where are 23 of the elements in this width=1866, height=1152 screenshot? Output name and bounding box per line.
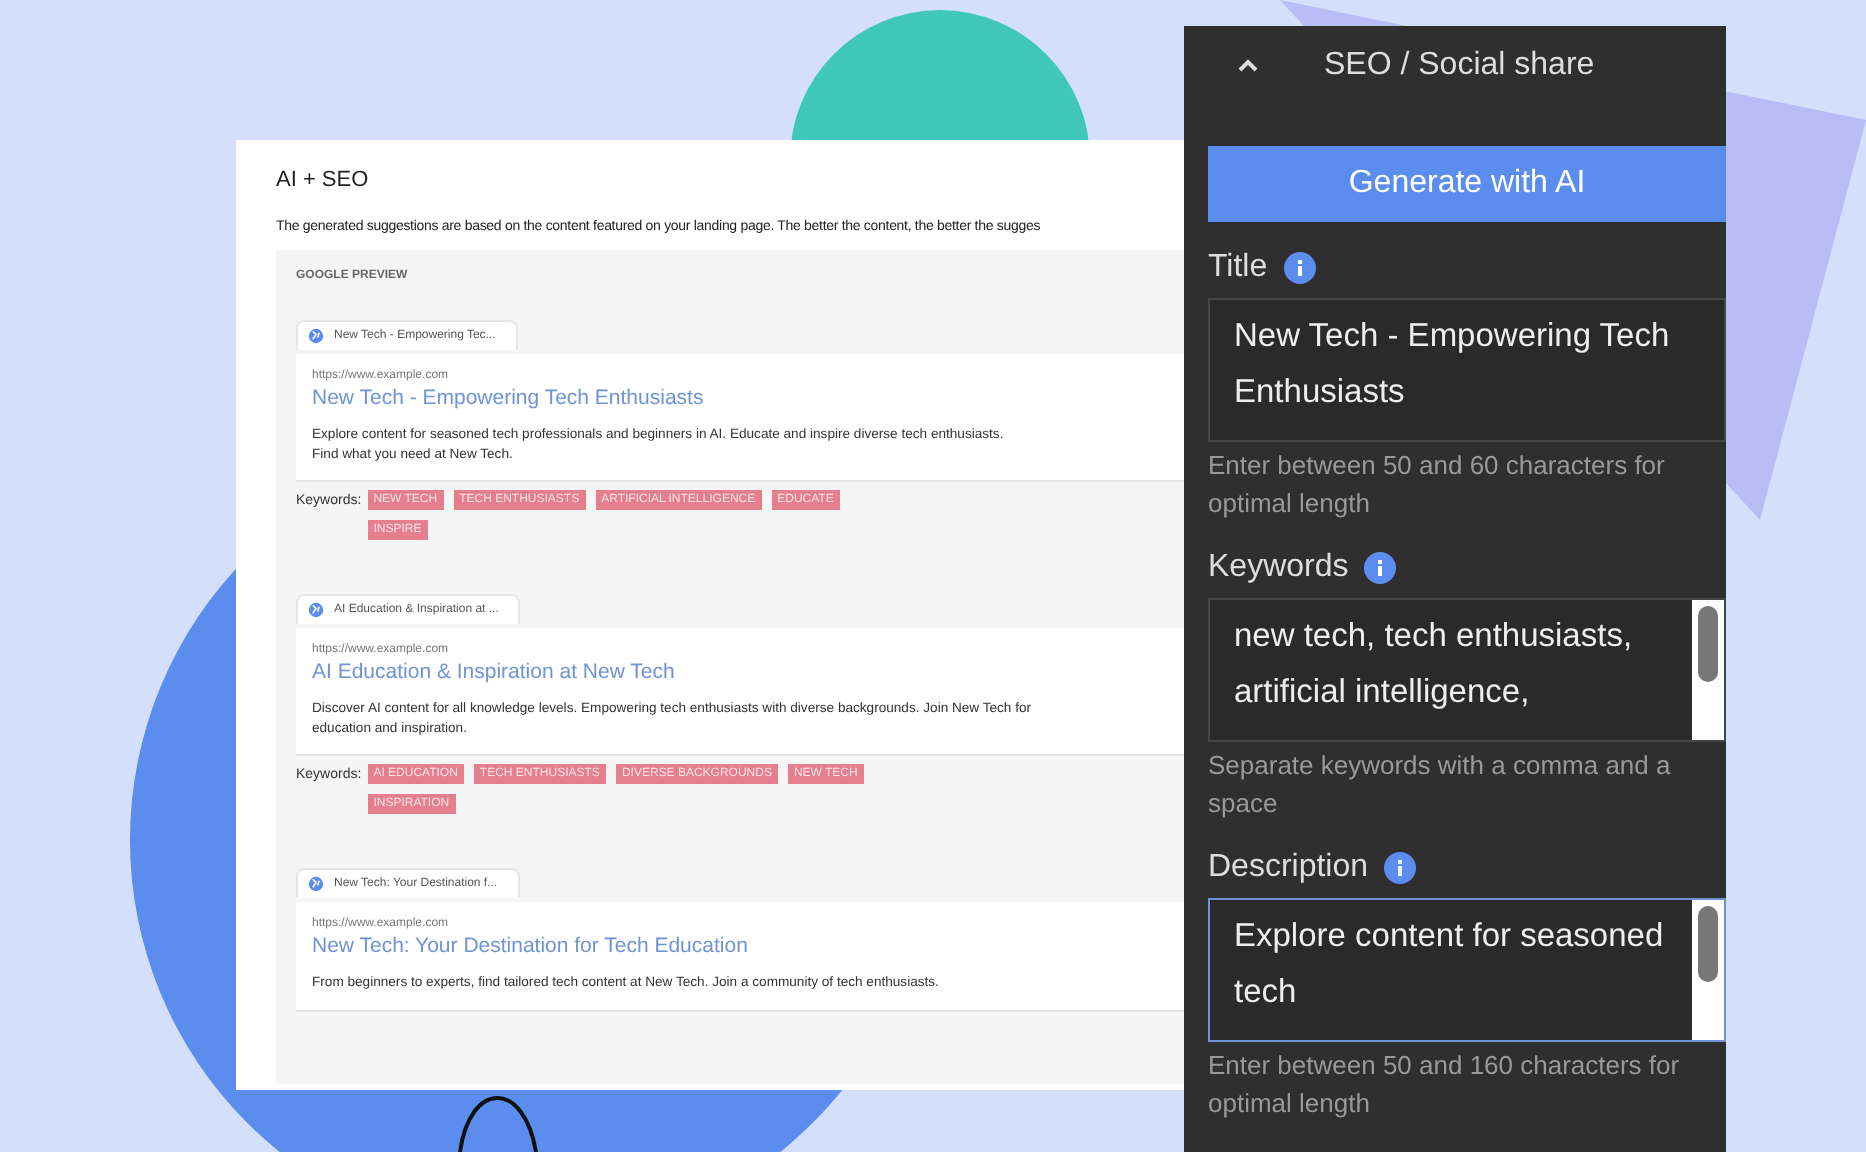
info-icon[interactable] bbox=[1364, 552, 1397, 584]
result-title[interactable]: New Tech - Empowering Tech Enthusiasts bbox=[312, 386, 1168, 410]
info-icon[interactable] bbox=[1283, 252, 1316, 284]
field-label: Description bbox=[1208, 850, 1369, 886]
text-area[interactable]: Explore content for seasoned tech bbox=[1208, 898, 1726, 1042]
globe-icon bbox=[308, 328, 324, 344]
globe-icon bbox=[308, 602, 324, 619]
text-area[interactable]: new tech, tech enthusiasts, artificial intelligence, bbox=[1208, 598, 1726, 742]
result-title[interactable]: AI Education & Inspiration at New Tech bbox=[312, 660, 1168, 685]
help-text: Separate keywords with a comma and a space bbox=[1208, 748, 1673, 822]
generate-button[interactable]: Generate with AI bbox=[1208, 146, 1726, 222]
result-title[interactable]: New Tech: Your Destination for Tech Education bbox=[312, 934, 1168, 959]
panel-title: SEO / Social share bbox=[1324, 48, 1595, 84]
info-icon[interactable] bbox=[1384, 852, 1417, 884]
field-label: Keywords bbox=[1208, 550, 1349, 586]
text-area[interactable]: New Tech - Empowering Tech Enthusiasts bbox=[1208, 298, 1726, 442]
card-title: AI + SEO bbox=[276, 168, 371, 192]
arc-shape bbox=[458, 1096, 538, 1152]
globe-icon bbox=[308, 876, 324, 893]
field-label: Title bbox=[1208, 250, 1268, 286]
chevron-up-icon[interactable] bbox=[1236, 58, 1260, 74]
help-text: Enter between 50 and 160 characters for optimal length bbox=[1208, 1048, 1682, 1122]
help-text: Enter between 50 and 60 characters for optimal length bbox=[1208, 448, 1667, 522]
